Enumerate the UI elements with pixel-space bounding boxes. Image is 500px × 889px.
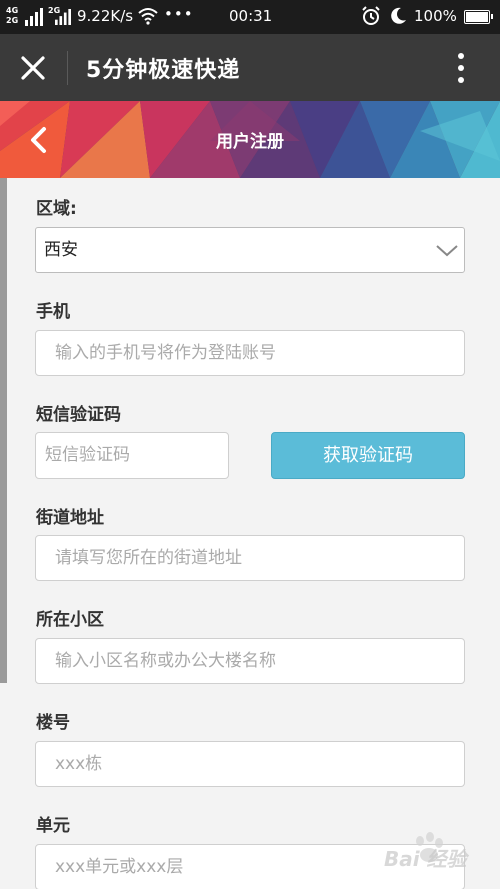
signal-icon — [25, 8, 43, 26]
alarm-icon — [362, 6, 380, 25]
building-input[interactable]: xxx栋 — [35, 741, 465, 787]
region-label: 区域: — [36, 199, 77, 219]
battery-icon — [464, 10, 493, 24]
battery-percentage: 100% — [414, 7, 457, 25]
unit-label: 单元 — [36, 816, 70, 836]
sms-code-input[interactable]: 短信验证码 — [35, 432, 229, 479]
community-label: 所在小区 — [36, 610, 104, 630]
clock: 00:31 — [229, 7, 273, 25]
header-divider — [67, 51, 68, 85]
chevron-down-icon — [436, 245, 458, 257]
community-input[interactable]: 输入小区名称或办公大楼名称 — [35, 638, 465, 684]
region-select[interactable]: 西安 — [35, 227, 465, 273]
close-icon[interactable] — [18, 53, 48, 83]
signal-2-icon — [55, 9, 71, 25]
wifi-icon — [138, 8, 158, 25]
building-label: 楼号 — [36, 713, 70, 733]
more-notifications-dots: ••• — [164, 5, 194, 23]
status-bar: 4G 2G 2G 9.22K/s ••• 00:31 100% — [0, 0, 500, 34]
phone-input[interactable]: 输入的手机号将作为登陆账号 — [35, 330, 465, 376]
street-address-input[interactable]: 请填写您所在的街道地址 — [35, 535, 465, 581]
street-address-label: 街道地址 — [36, 508, 104, 528]
get-code-button[interactable]: 获取验证码 — [271, 432, 465, 479]
baidu-watermark: Bai 经验 — [378, 829, 488, 879]
phone-label: 手机 — [36, 302, 70, 322]
more-vertical-icon[interactable] — [450, 52, 472, 84]
app-title: 5分钟极速快递 — [86, 58, 241, 83]
network-speed: 9.22K/s — [77, 7, 134, 25]
scrollbar[interactable] — [0, 178, 7, 683]
network-type-indicator: 4G 2G — [6, 6, 19, 25]
app-header: 5分钟极速快递 — [0, 34, 500, 101]
watermark-text: Bai 经验 — [384, 847, 467, 871]
sms-code-label: 短信验证码 — [36, 405, 121, 425]
moon-icon — [391, 7, 406, 24]
page-banner: 用户注册 — [0, 101, 500, 178]
page-title: 用户注册 — [216, 132, 284, 152]
region-select-value: 西安 — [44, 240, 78, 260]
